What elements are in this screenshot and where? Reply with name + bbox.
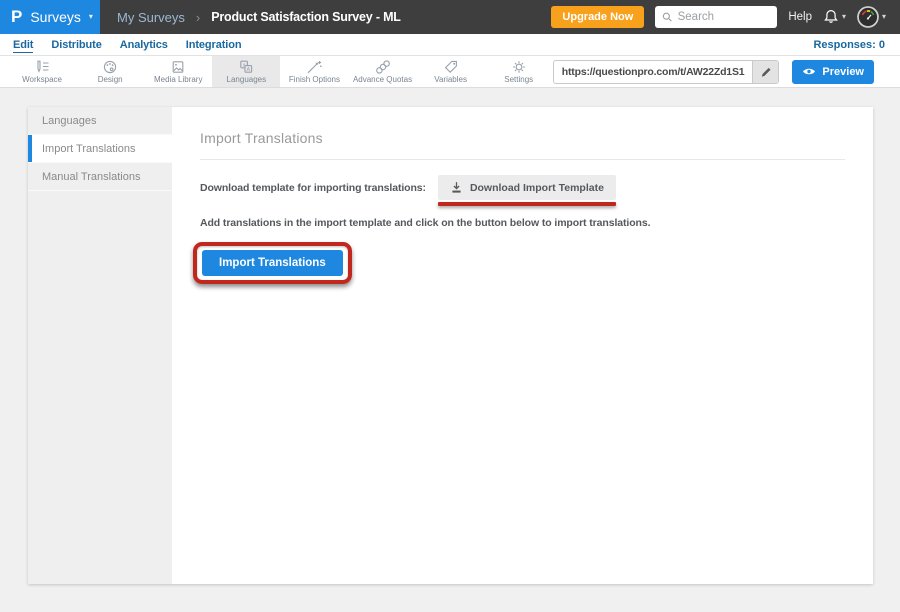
divider — [200, 159, 845, 160]
content-panel: Languages Import Translations Manual Tra… — [28, 107, 873, 584]
tab-edit[interactable]: Edit — [12, 39, 42, 51]
breadcrumb-separator: › — [196, 10, 200, 25]
page-title: Import Translations — [200, 130, 845, 146]
download-icon — [450, 181, 463, 194]
sidebar-item-import-translations[interactable]: Import Translations — [28, 135, 172, 163]
svg-text:A: A — [247, 66, 251, 72]
survey-url-box: https://questionpro.com/t/AW22Zd1S1 — [553, 60, 780, 84]
toolbar-item-languages[interactable]: xA Languages — [212, 56, 280, 87]
chevron-down-icon: ▾ — [882, 13, 886, 21]
languages-sidebar: Languages Import Translations Manual Tra… — [28, 107, 172, 584]
edit-toolbar: Workspace Design Media Library xA Langua… — [0, 56, 900, 88]
sidebar-item-manual-translations[interactable]: Manual Translations — [28, 163, 172, 191]
questionpro-logo: P — [11, 7, 22, 27]
download-import-template-button[interactable]: Download Import Template — [438, 175, 616, 200]
top-bar: P Surveys ▾ My Surveys › Product Satisfa… — [0, 0, 900, 34]
toolbar-item-design[interactable]: Design — [76, 56, 144, 87]
avatar — [857, 6, 879, 28]
toolbar-item-media-library[interactable]: Media Library — [144, 56, 212, 87]
download-template-row: Download template for importing translat… — [200, 175, 845, 206]
toolbar-right: https://questionpro.com/t/AW22Zd1S1 Prev… — [553, 56, 900, 87]
design-icon — [101, 60, 119, 74]
finish-options-icon — [305, 60, 323, 74]
preview-label: Preview — [822, 66, 864, 78]
workspace-icon — [33, 60, 51, 74]
notifications-bell-icon — [823, 9, 839, 25]
search-box[interactable] — [655, 6, 777, 28]
help-link[interactable]: Help — [788, 11, 812, 23]
toolbar-item-workspace[interactable]: Workspace — [8, 56, 76, 87]
advance-quotas-icon — [374, 60, 392, 74]
chevron-down-icon: ▾ — [89, 13, 93, 21]
main-content: Import Translations Download template fo… — [172, 107, 873, 584]
download-template-label: Download template for importing translat… — [200, 175, 426, 194]
eye-icon — [802, 67, 816, 76]
tab-distribute[interactable]: Distribute — [42, 39, 110, 51]
settings-icon — [510, 60, 528, 74]
survey-title: Product Satisfaction Survey - ML — [211, 10, 400, 24]
topbar-actions: Upgrade Now Help ▾ ▾ — [551, 6, 900, 28]
tab-bar: Edit Distribute Analytics Integration Re… — [0, 34, 900, 56]
variables-icon — [442, 60, 460, 74]
breadcrumb: My Surveys › Product Satisfaction Survey… — [117, 10, 401, 25]
chevron-down-icon: ▾ — [842, 13, 846, 21]
notifications-menu[interactable]: ▾ — [823, 9, 846, 25]
toolbar-item-variables[interactable]: Variables — [417, 56, 485, 87]
survey-url-text: https://questionpro.com/t/AW22Zd1S1 — [554, 61, 753, 83]
red-underline-annotation — [438, 202, 616, 206]
preview-button[interactable]: Preview — [792, 60, 874, 84]
svg-text:x: x — [243, 62, 246, 68]
surveys-menu[interactable]: P Surveys ▾ — [0, 0, 100, 34]
import-translations-button[interactable]: Import Translations — [202, 250, 343, 276]
gauge-avatar-icon — [857, 6, 879, 28]
sidebar-item-languages[interactable]: Languages — [28, 107, 172, 135]
edit-url-button[interactable] — [752, 61, 778, 83]
surveys-menu-label: Surveys — [30, 9, 81, 25]
tab-analytics[interactable]: Analytics — [111, 39, 177, 51]
responses-count[interactable]: Responses: 0 — [813, 39, 888, 51]
toolbar-item-finish-options[interactable]: Finish Options — [280, 56, 348, 87]
upgrade-now-button[interactable]: Upgrade Now — [551, 6, 644, 28]
languages-icon: xA — [237, 60, 255, 74]
tab-integration[interactable]: Integration — [177, 39, 251, 51]
pencil-icon — [760, 66, 772, 78]
instructions-text: Add translations in the import template … — [200, 217, 845, 229]
breadcrumb-my-surveys[interactable]: My Surveys — [117, 10, 185, 25]
toolbar-item-advance-quotas[interactable]: Advance Quotas — [348, 56, 416, 87]
search-input[interactable] — [678, 11, 771, 23]
import-highlight-annotation: Import Translations — [193, 242, 352, 284]
account-menu[interactable]: ▾ — [857, 6, 886, 28]
toolbar-item-settings[interactable]: Settings — [485, 56, 553, 87]
media-library-icon — [169, 60, 187, 74]
download-template-wrap: Download Import Template — [438, 175, 616, 206]
page-background: Languages Import Translations Manual Tra… — [0, 88, 900, 612]
search-icon — [662, 11, 672, 23]
